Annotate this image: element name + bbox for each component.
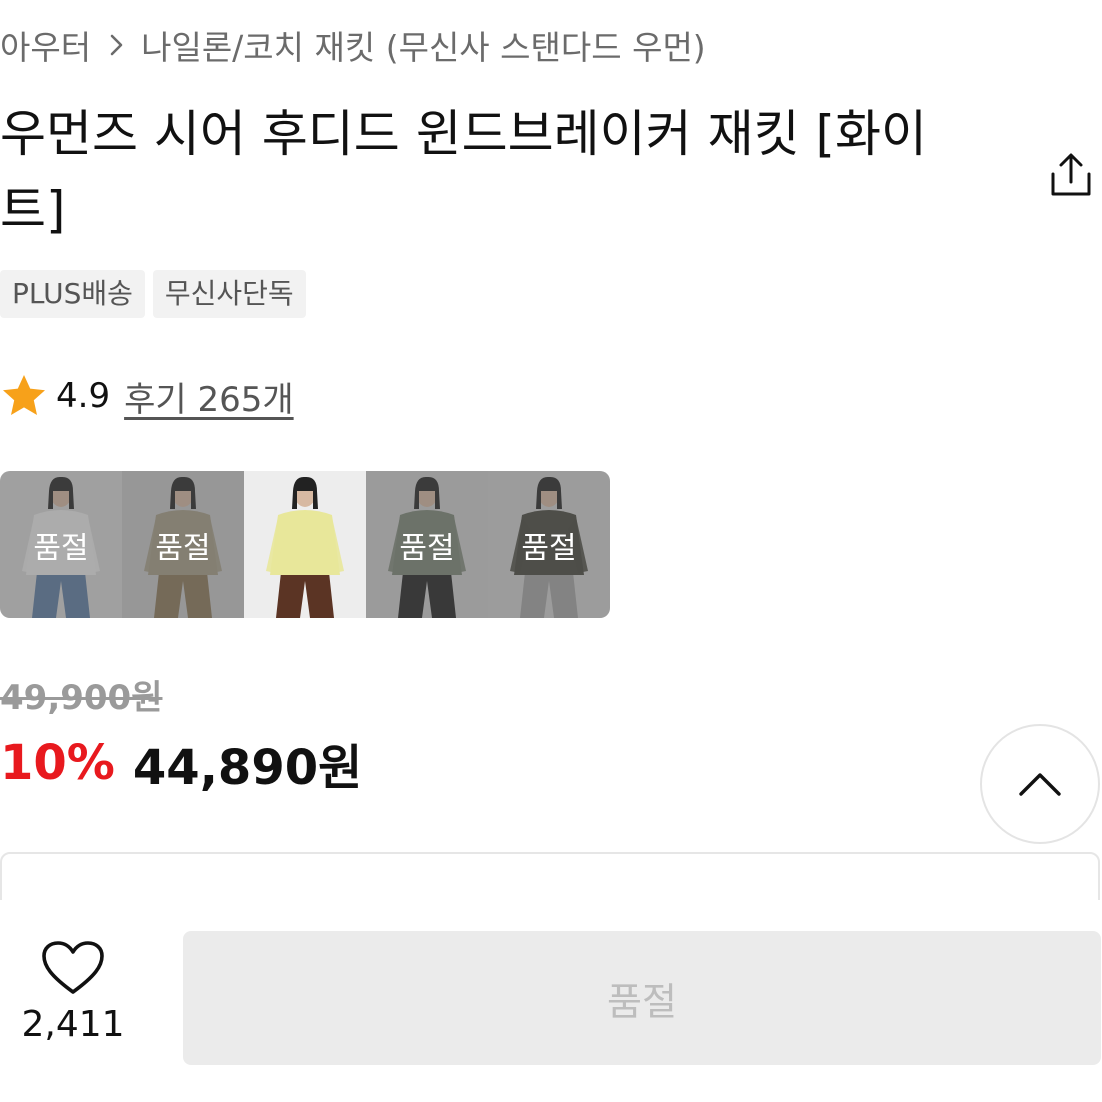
sold-out-label: 품절 [0,471,122,618]
like-count: 2,411 [21,1004,125,1045]
heart-icon [42,941,104,994]
sale-price: 44,890원 [132,740,363,796]
color-option-thumb[interactable]: 품절 [0,471,122,618]
tag-musinsa-exclusive: 무신사단독 [152,270,306,318]
product-title: 우먼즈 시어 후디드 윈드브레이커 재킷 [화이트] [0,105,927,239]
bottom-action-bar: 2,411 품절 [0,900,1102,1102]
color-option-thumb[interactable]: 품절 [122,471,244,618]
discount-rate: 10% [0,735,115,791]
sold-out-button[interactable]: 품절 [183,931,1101,1065]
sold-out-label: 품절 [122,471,244,618]
star-icon [3,375,45,415]
sold-out-label: 품절 [366,471,488,618]
like-button[interactable]: 2,411 [14,940,132,1045]
breadcrumb: 아우터 나일론/코치 재킷 (무신사 스탠다드 우먼) [0,22,706,68]
rating-score: 4.9 [56,376,111,416]
share-button[interactable] [1046,150,1096,200]
breadcrumb-category[interactable]: 아우터 [0,21,91,69]
chevron-right-icon [109,33,125,57]
price-row: 10% 44,890원 [0,730,362,796]
color-option-thumb[interactable]: 품절 [366,471,488,618]
share-icon [1051,153,1091,196]
color-option-thumb[interactable] [244,471,366,618]
scroll-top-button[interactable] [980,724,1100,844]
product-page: 아우터 나일론/코치 재킷 (무신사 스탠다드 우먼) 우먼즈 시어 후디드 윈… [0,0,1102,1102]
chevron-up-icon [1019,773,1061,796]
color-option-thumb[interactable]: 품절 [488,471,610,618]
color-option-list: 품절 품절 품절 품절 [0,471,610,618]
product-photo [244,471,366,618]
tag-plus-delivery: PLUS배송 [0,270,145,318]
original-price: 49,900원 [0,678,163,718]
review-count-link[interactable]: 후기 265개 [124,372,294,421]
breadcrumb-subcategory[interactable]: 나일론/코치 재킷 (무신사 스탠다드 우먼) [141,21,706,69]
rating: 4.9 후기 265개 [0,368,294,424]
product-tags: PLUS배송 무신사단독 [0,270,306,318]
sold-out-label: 품절 [488,471,610,618]
